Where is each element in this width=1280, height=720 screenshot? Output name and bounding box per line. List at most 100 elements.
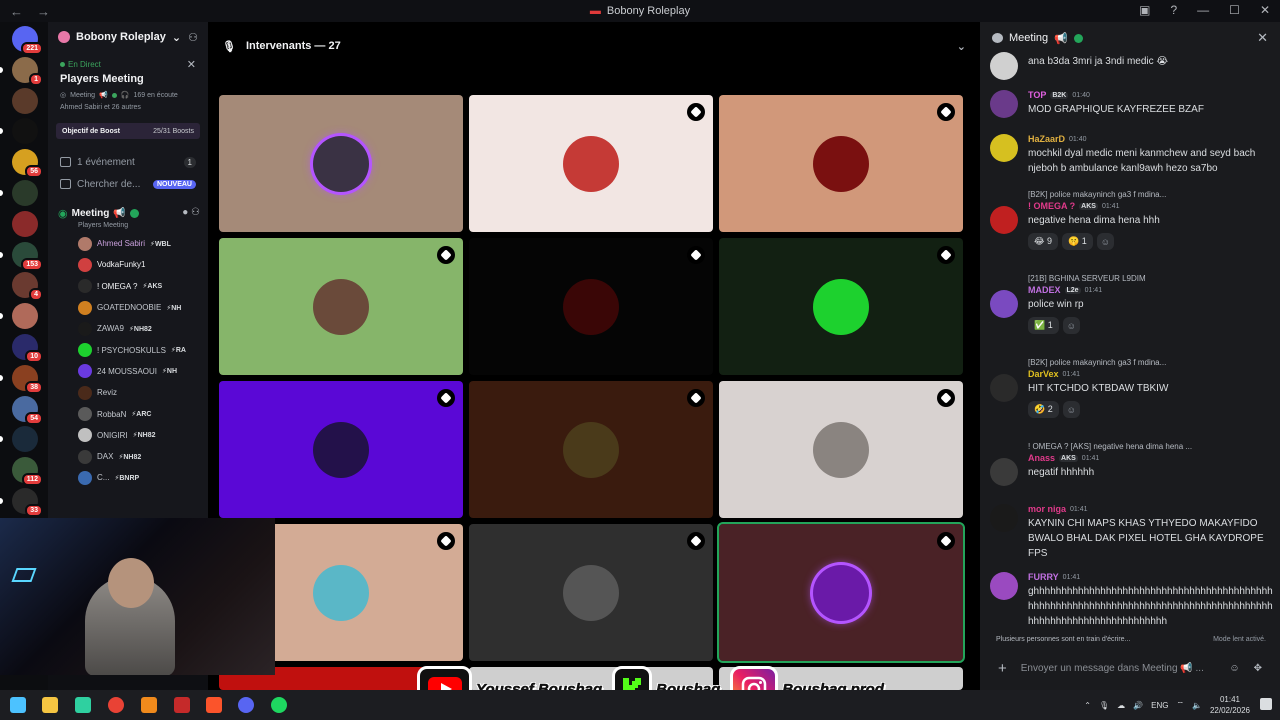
server-icon[interactable] (12, 87, 38, 114)
speaker-tile[interactable] (219, 381, 463, 518)
windows-start-icon[interactable] (10, 697, 26, 713)
speaker-tile[interactable] (469, 381, 713, 518)
add-reaction-icon[interactable]: ☺ (1062, 401, 1080, 418)
reaction-chip[interactable]: 🤣 2 (1028, 401, 1059, 418)
speaker-tile[interactable] (719, 95, 963, 232)
maximize-icon[interactable]: ☐ (1229, 3, 1240, 17)
speakers-header[interactable]: 🎙 Intervenants — 27 ⌄ (208, 22, 980, 70)
speaker-tile[interactable] (219, 238, 463, 375)
chat-message[interactable]: [21B] BGHINA SERVEUR L9DIM MADEX L2e 01:41 p… (990, 274, 1274, 334)
speaker-tile[interactable] (717, 522, 965, 663)
inbox-icon[interactable]: ▣ (1139, 3, 1150, 17)
add-reaction-icon[interactable]: ☺ (1062, 317, 1080, 334)
server-icon[interactable] (12, 303, 38, 330)
voice-member[interactable]: Reviz (48, 382, 208, 403)
chrome-icon[interactable] (108, 697, 124, 713)
server-icon[interactable]: 54 (12, 395, 43, 425)
voice-member[interactable]: Ahmed Sabiri ⚡WBL (48, 233, 208, 254)
speaker-tile[interactable] (469, 238, 713, 375)
app-icon[interactable] (75, 697, 91, 713)
server-icon[interactable]: 10 (12, 334, 43, 363)
chat-message[interactable]: ana b3da 3mri ja 3ndi medic 😭 (990, 52, 1274, 80)
chat-message[interactable]: FURRY 01:41 ghhhhhhhhhhhhhhhhhhhhhhhhhhhhh… (990, 572, 1274, 629)
plus-icon[interactable]: + (998, 660, 1007, 677)
message-author[interactable]: HaZaarD (1028, 134, 1065, 144)
voice-member[interactable]: DAX ⚡NH82 (48, 446, 208, 467)
server-icon[interactable]: 112 (12, 457, 43, 487)
message-author[interactable]: Anass (1028, 453, 1055, 463)
avatar[interactable] (990, 206, 1018, 234)
chat-message[interactable]: HaZaarD 01:40 mochkil dyal medic meni kanm… (990, 134, 1274, 176)
server-icon[interactable] (12, 426, 38, 453)
clock[interactable]: 01:41 22/02/2026 (1210, 694, 1250, 716)
voice-member[interactable]: ! OMEGA ? ⚡AKS (48, 276, 208, 297)
server-icon[interactable]: 1 (12, 56, 43, 86)
speaker-icon[interactable]: 🔈 (1192, 701, 1202, 710)
reply-preview[interactable]: ! OMEGA ? [AKS] negative hena dima hena … (1028, 442, 1274, 451)
notification-icon[interactable] (1260, 698, 1272, 710)
vlc-icon[interactable] (141, 697, 157, 713)
message-author[interactable]: FURRY (1028, 572, 1059, 582)
message-input[interactable]: Envoyer un message dans Meeting 📢 ... (1021, 663, 1204, 674)
brave-icon[interactable] (206, 697, 222, 713)
invite-icon[interactable]: ⚇ (188, 31, 198, 44)
avatar[interactable] (990, 572, 1018, 600)
voice-member[interactable]: ONIGIRI ⚡NH82 (48, 425, 208, 446)
help-icon[interactable]: ? (1170, 3, 1177, 17)
speaker-tile[interactable] (719, 238, 963, 375)
chat-message[interactable]: [B2K] police makayninch ga3 f mdina... ! … (990, 190, 1274, 250)
mic-icon[interactable]: 🎙 (1099, 701, 1109, 710)
apps-icon[interactable]: ✥ (1254, 663, 1262, 674)
add-reaction-icon[interactable]: ☺ (1096, 233, 1114, 250)
avatar[interactable] (990, 290, 1018, 318)
message-composer[interactable]: + Envoyer un message dans Meeting 📢 ... … (990, 654, 1270, 682)
voice-member[interactable]: ! PSYCHOSKULLS ⚡RA (48, 339, 208, 360)
server-header[interactable]: Bobony Roleplay ⌄ ⚇ (48, 22, 208, 52)
minimize-icon[interactable]: — (1197, 3, 1209, 17)
chevron-down-icon[interactable]: ⌄ (957, 40, 966, 53)
speaker-tile[interactable] (719, 381, 963, 518)
search-row[interactable]: Chercher de... NOUVEAU (48, 173, 208, 195)
server-icon[interactable] (12, 210, 38, 237)
close-icon[interactable]: ✕ (187, 58, 196, 71)
message-author[interactable]: DarVex (1028, 369, 1059, 379)
server-icon[interactable] (12, 118, 38, 145)
acrobat-icon[interactable] (174, 697, 190, 713)
voice-member[interactable]: ZAWA9 ⚡NH82 (48, 318, 208, 339)
events-row[interactable]: 1 événement 1 (48, 151, 208, 173)
avatar[interactable] (990, 374, 1018, 402)
boost-goal[interactable]: Objectif de Boost 25/31 Boosts (56, 123, 200, 139)
chat-bubble-icon[interactable]: ● ⚇ (182, 207, 200, 218)
volume-icon[interactable]: 🔊 (1133, 701, 1143, 710)
server-icon[interactable]: 4 (12, 272, 43, 302)
voice-member[interactable]: GOATEDNOOBIE ⚡NH (48, 297, 208, 318)
server-icon[interactable]: 56 (12, 149, 43, 179)
live-event-card[interactable]: En Direct ✕ Players Meeting ◎ Meeting 📢 … (56, 56, 200, 115)
chat-message[interactable]: [B2K] police makayninch ga3 f mdina... Da… (990, 358, 1274, 418)
speaker-tile[interactable] (219, 95, 463, 232)
voice-member[interactable]: 24 MOUSSAOUI ⚡NH (48, 361, 208, 382)
reaction-chip[interactable]: ✅ 1 (1028, 317, 1059, 334)
speaker-tile[interactable] (469, 95, 713, 232)
speaker-tile[interactable] (469, 524, 713, 661)
wifi-icon[interactable]: ⌔ (1176, 700, 1184, 710)
voice-member[interactable]: RobbaN ⚡ARC (48, 403, 208, 424)
message-author[interactable]: TOP (1028, 90, 1046, 100)
server-icon[interactable] (12, 180, 38, 206)
avatar[interactable] (990, 90, 1018, 118)
reaction-chip[interactable]: 🤫 1 (1062, 233, 1093, 250)
server-icon[interactable]: 38 (12, 364, 43, 394)
cloud-icon[interactable]: ☁ (1117, 701, 1125, 710)
message-author[interactable]: mor niga (1028, 504, 1066, 514)
voice-member[interactable]: C... ⚡BNRP (48, 467, 208, 488)
reply-preview[interactable]: [21B] BGHINA SERVEUR L9DIM (1028, 274, 1274, 283)
avatar[interactable] (990, 458, 1018, 486)
reply-preview[interactable]: [B2K] police makayninch ga3 f mdina... (1028, 190, 1274, 199)
server-icon[interactable]: 33 (12, 488, 43, 517)
chat-message[interactable]: ! OMEGA ? [AKS] negative hena dima hena … (990, 442, 1274, 486)
close-window-icon[interactable]: ✕ (1260, 3, 1270, 17)
avatar[interactable] (990, 504, 1018, 532)
voice-member[interactable]: VodkaFunky1 (48, 254, 208, 275)
discord-icon[interactable] (238, 697, 254, 713)
spotify-icon[interactable] (271, 697, 287, 713)
